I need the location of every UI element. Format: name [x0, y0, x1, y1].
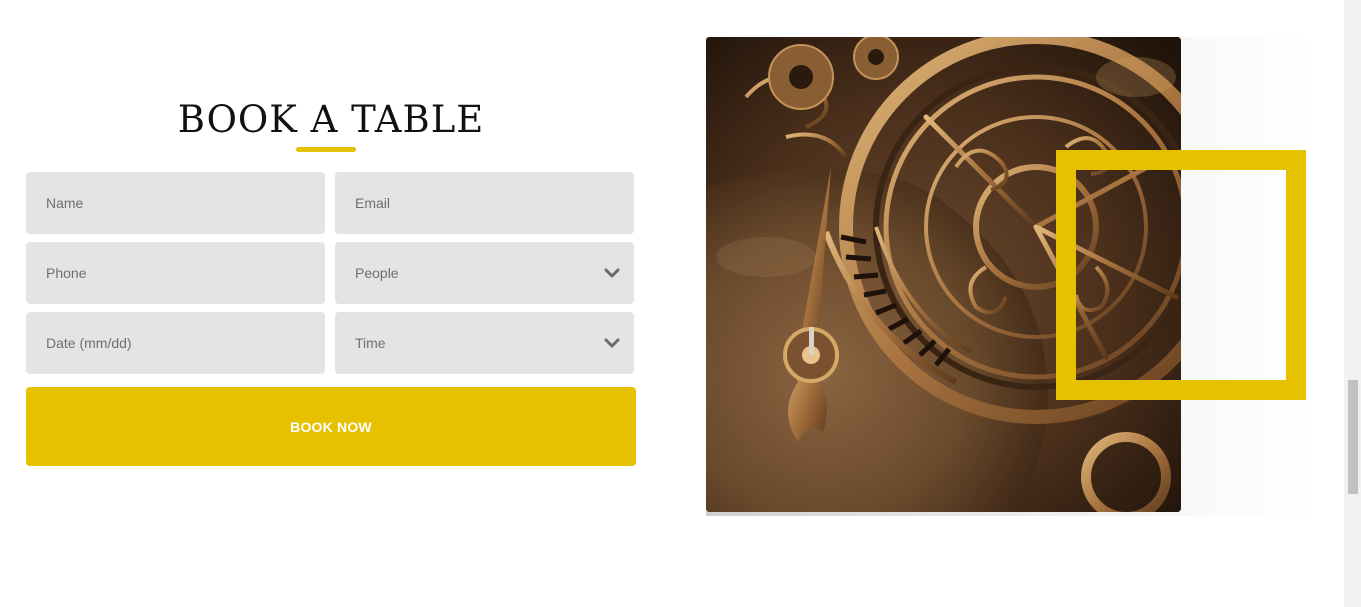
vertical-scrollbar[interactable]: [1344, 0, 1361, 607]
chevron-down-icon: [604, 338, 620, 348]
name-input[interactable]: [26, 172, 325, 234]
people-select-value: People: [355, 265, 399, 281]
scrollbar-thumb[interactable]: [1348, 380, 1358, 494]
date-input[interactable]: [26, 312, 325, 374]
booking-title: BOOK A TABLE: [177, 98, 485, 141]
decorative-frame: [1056, 150, 1306, 400]
title-underline: [296, 147, 356, 152]
people-select[interactable]: People: [335, 242, 634, 304]
image-panel: [706, 37, 1316, 516]
email-input[interactable]: [335, 172, 634, 234]
book-now-button[interactable]: BOOK NOW: [26, 387, 636, 466]
chevron-down-icon: [604, 268, 620, 278]
time-select[interactable]: Time: [335, 312, 634, 374]
page: BOOK A TABLE People Time BOOK NOW: [0, 0, 1361, 607]
time-select-value: Time: [355, 335, 386, 351]
phone-input[interactable]: [26, 242, 325, 304]
